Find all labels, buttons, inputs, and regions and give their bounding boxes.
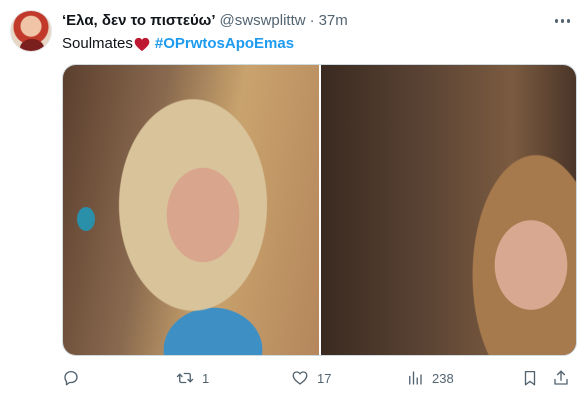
photo-left[interactable] (63, 65, 319, 355)
user-handle[interactable]: @swswplittw (220, 11, 306, 31)
tweet-text-body: Soulmates (62, 35, 133, 52)
more-options-icon[interactable] (554, 12, 570, 30)
tweet-text: Soulmates #OPrwtosApoEmas (62, 34, 294, 54)
photo-right[interactable] (321, 65, 576, 355)
action-bar: 1 17 238 (62, 366, 572, 390)
bookmark-button[interactable] (521, 366, 539, 390)
bookmark-icon (524, 370, 536, 386)
retweet-button[interactable]: 1 (176, 366, 209, 390)
reply-button[interactable] (62, 366, 88, 390)
tweet-header: ‘Ελα, δεν το πιστεύω’ @swswplittw · 37m (62, 11, 544, 31)
views-count: 238 (432, 370, 454, 386)
media-grid (62, 64, 577, 356)
retweet-count: 1 (202, 370, 210, 386)
earring-detail (77, 207, 95, 231)
heart-icon (292, 371, 308, 385)
views-icon (409, 371, 422, 385)
retweet-icon (176, 372, 194, 384)
separator-dot: · (309, 12, 315, 29)
reply-icon (64, 370, 78, 386)
hashtag-link[interactable]: #OPrwtosApoEmas (155, 34, 294, 54)
red-heart-emoji-icon (134, 37, 150, 51)
like-count: 17 (317, 370, 332, 386)
display-name[interactable]: ‘Ελα, δεν το πιστεύω’ (62, 11, 216, 31)
tweet[interactable]: ‘Ελα, δεν το πιστεύω’ @swswplittw · 37m … (0, 0, 584, 404)
avatar[interactable] (10, 10, 52, 52)
timestamp[interactable]: 37m (319, 11, 348, 31)
share-button[interactable] (552, 366, 570, 390)
like-button[interactable]: 17 (291, 366, 331, 390)
share-icon (554, 370, 568, 385)
views-button[interactable]: 238 (406, 366, 454, 390)
